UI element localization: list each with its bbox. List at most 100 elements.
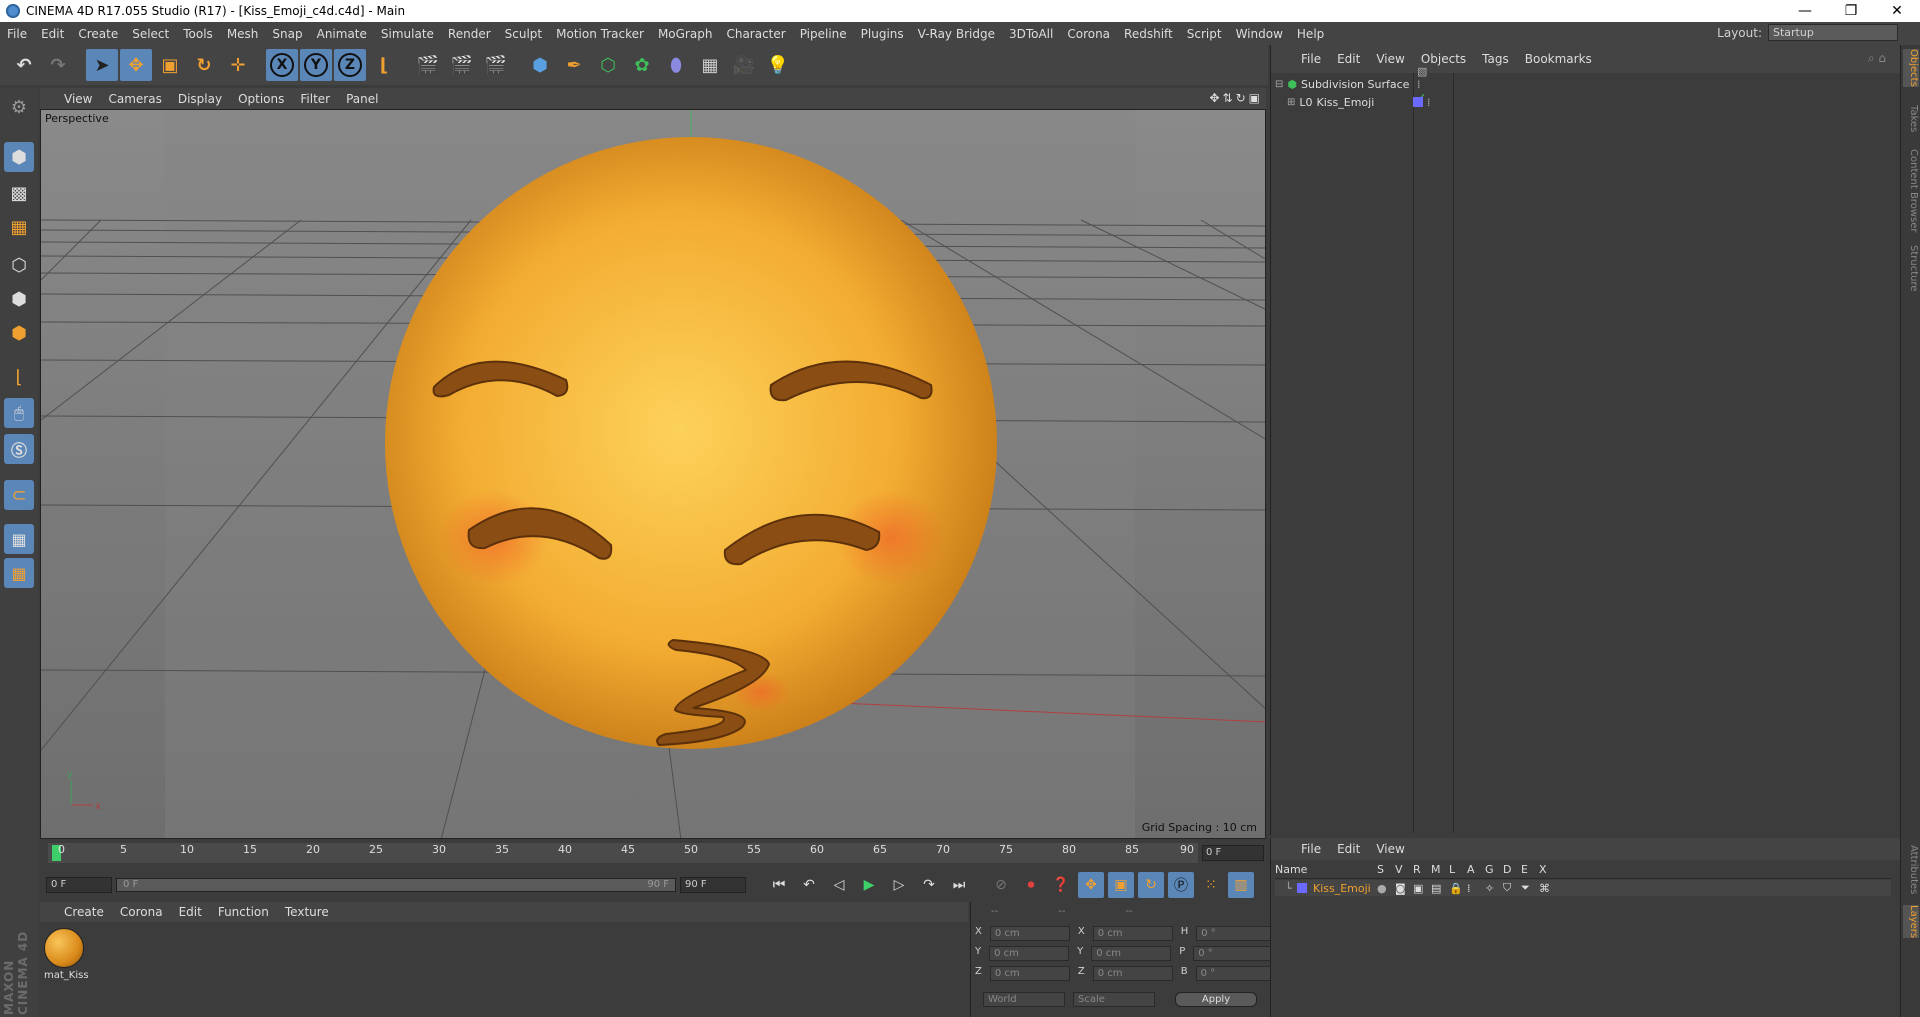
rotation-b-field[interactable]: 0 ° (1195, 966, 1276, 981)
position-z-field[interactable]: 0 cm (989, 966, 1070, 981)
key-rotation-button[interactable]: ↻ (1138, 872, 1164, 898)
make-editable-button[interactable]: ⚙ (4, 92, 34, 122)
move-tool-button[interactable]: ✥ (120, 49, 152, 81)
layer-manager-icon[interactable]: ▤ (1431, 882, 1449, 895)
menu-edit[interactable]: Edit (34, 27, 71, 41)
close-button[interactable]: ✕ (1874, 0, 1920, 22)
menu-plugins[interactable]: Plugins (854, 27, 911, 41)
render-settings-button[interactable]: 🎬 (480, 49, 512, 81)
rotation-h-field[interactable]: 0 ° (1196, 926, 1277, 941)
layout-dropdown[interactable]: Startup (1768, 24, 1898, 41)
add-array-button[interactable]: ✿ (626, 49, 658, 81)
layer-deformer-icon[interactable]: ⛉ (1503, 881, 1521, 895)
layer-color-icon[interactable] (1413, 97, 1423, 107)
emoji-head[interactable] (385, 137, 997, 749)
end-frame-field[interactable]: 90 F (680, 877, 746, 893)
model-mode-button[interactable]: ⬢ (4, 142, 34, 172)
previous-frame-button[interactable]: ◁ (826, 872, 852, 898)
minimize-button[interactable]: — (1782, 0, 1828, 22)
visibility-dots-2[interactable]: ⁞ (1427, 96, 1431, 109)
object-search-icon[interactable]: ⌕ ⌂ (1868, 51, 1886, 66)
snap-button[interactable]: Ⓢ (4, 434, 34, 464)
size-y-field[interactable]: 0 cm (1091, 946, 1172, 961)
viewport-menu-view[interactable]: View (56, 92, 100, 106)
add-subdivision-button[interactable]: ⬡ (592, 49, 624, 81)
timeline-window-button[interactable]: ▥ (1228, 872, 1254, 898)
layer-menu-edit[interactable]: Edit (1329, 842, 1368, 856)
add-cube-button[interactable]: ⬢ (524, 49, 556, 81)
layer-menu-file[interactable]: File (1293, 842, 1329, 856)
viewport-menu-filter[interactable]: Filter (292, 92, 338, 106)
play-button[interactable]: ▶ (856, 872, 882, 898)
menu-pipeline[interactable]: Pipeline (793, 27, 854, 41)
menu-render[interactable]: Render (441, 27, 498, 41)
render-picture-viewer-button[interactable]: 🎬 (446, 49, 478, 81)
key-scale-button[interactable]: ▣ (1108, 872, 1134, 898)
viewport-menu-panel[interactable]: Panel (338, 92, 386, 106)
key-position-button[interactable]: ✥ (1078, 872, 1104, 898)
menu-tools[interactable]: Tools (176, 27, 220, 41)
render-view-button[interactable]: 🎬 (412, 49, 444, 81)
add-light-button[interactable]: 💡 (762, 49, 794, 81)
workplane-mode-button[interactable]: ▦ (4, 212, 34, 242)
key-parameter-button[interactable]: Ⓟ (1168, 872, 1194, 898)
object-row-kiss-emoji[interactable]: ⊞ L0 Kiss_Emoji ⁞ (1287, 93, 1431, 111)
material-menu-edit[interactable]: Edit (171, 905, 210, 919)
menu-animate[interactable]: Animate (310, 27, 374, 41)
tab-attributes[interactable]: Attributes (1903, 845, 1919, 894)
menu-3dtoall[interactable]: 3DToAll (1002, 27, 1060, 41)
menu-window[interactable]: Window (1229, 27, 1290, 41)
current-frame-field[interactable]: 0 F (1202, 845, 1264, 861)
expand-icon[interactable]: ⊞ (1287, 97, 1295, 108)
next-frame-button[interactable]: ▷ (886, 872, 912, 898)
world-dropdown[interactable]: World (983, 992, 1065, 1007)
recent-tool-button[interactable]: ✛ (222, 49, 254, 81)
texture-mode-button[interactable]: ▩ (4, 178, 34, 208)
pan-icon[interactable]: ✥ (1209, 91, 1219, 105)
add-camera-button[interactable]: 🎥 (728, 49, 760, 81)
tab-content-browser[interactable]: Content Browser (1903, 149, 1919, 232)
collapse-icon[interactable]: ⊟ (1275, 79, 1283, 90)
add-pen-button[interactable]: ✒ (558, 49, 590, 81)
menu-sculpt[interactable]: Sculpt (498, 27, 549, 41)
object-menu-tags[interactable]: Tags (1474, 52, 1517, 66)
timeline-ruler[interactable]: 0 5 10 15 20 25 30 35 40 45 50 55 60 65 … (48, 843, 1198, 863)
tab-structure[interactable]: Structure (1903, 245, 1919, 292)
menu-file[interactable]: File (0, 27, 34, 41)
go-to-end-button[interactable]: ⏭ (946, 872, 972, 898)
position-y-field[interactable]: 0 cm (989, 946, 1070, 961)
menu-redshift[interactable]: Redshift (1117, 27, 1180, 41)
3d-scene[interactable]: y x Perspective Grid Spacing : 10 cm (40, 109, 1266, 839)
menu-corona[interactable]: Corona (1060, 27, 1117, 41)
menu-simulate[interactable]: Simulate (374, 27, 441, 41)
planar-workplane-button[interactable]: ▦ (4, 558, 34, 588)
y-axis-lock-button[interactable]: Y (300, 49, 332, 81)
menu-select[interactable]: Select (125, 27, 176, 41)
previous-key-button[interactable]: ↶ (796, 872, 822, 898)
layer-menu-view[interactable]: View (1368, 842, 1412, 856)
add-floor-button[interactable]: ▦ (694, 49, 726, 81)
next-key-button[interactable]: ↷ (916, 872, 942, 898)
go-to-start-button[interactable]: ⏮ (766, 872, 792, 898)
redo-button[interactable]: ↷ (42, 49, 74, 81)
layer-expression-icon[interactable]: ⏷ (1521, 881, 1539, 895)
rotation-p-field[interactable]: 0 ° (1193, 946, 1274, 961)
layer-name[interactable]: Kiss_Emoji (1313, 882, 1377, 895)
layer-generator-icon[interactable]: ✧ (1485, 882, 1503, 895)
z-axis-lock-button[interactable]: Z (334, 49, 366, 81)
record-button[interactable]: ⏺ (1018, 872, 1044, 898)
object-menu-view[interactable]: View (1368, 52, 1412, 66)
scale-tool-button[interactable]: ▣ (154, 49, 186, 81)
orbit-icon[interactable]: ↻ (1236, 91, 1246, 105)
object-menu-bookmarks[interactable]: Bookmarks (1517, 52, 1600, 66)
viewport-menu-display[interactable]: Display (170, 92, 230, 106)
object-name-subdivision[interactable]: Subdivision Surface (1301, 78, 1409, 91)
material-menu-function[interactable]: Function (210, 905, 277, 919)
menu-help[interactable]: Help (1290, 27, 1331, 41)
add-deformer-button[interactable]: ⬮ (660, 49, 692, 81)
apply-button[interactable]: Apply (1175, 992, 1257, 1007)
size-z-field[interactable]: 0 cm (1092, 966, 1173, 981)
layer-solo-icon[interactable]: ● (1377, 882, 1395, 895)
autokey-button[interactable]: ❓ (1048, 872, 1074, 898)
start-frame-field[interactable]: 0 F (46, 877, 112, 893)
